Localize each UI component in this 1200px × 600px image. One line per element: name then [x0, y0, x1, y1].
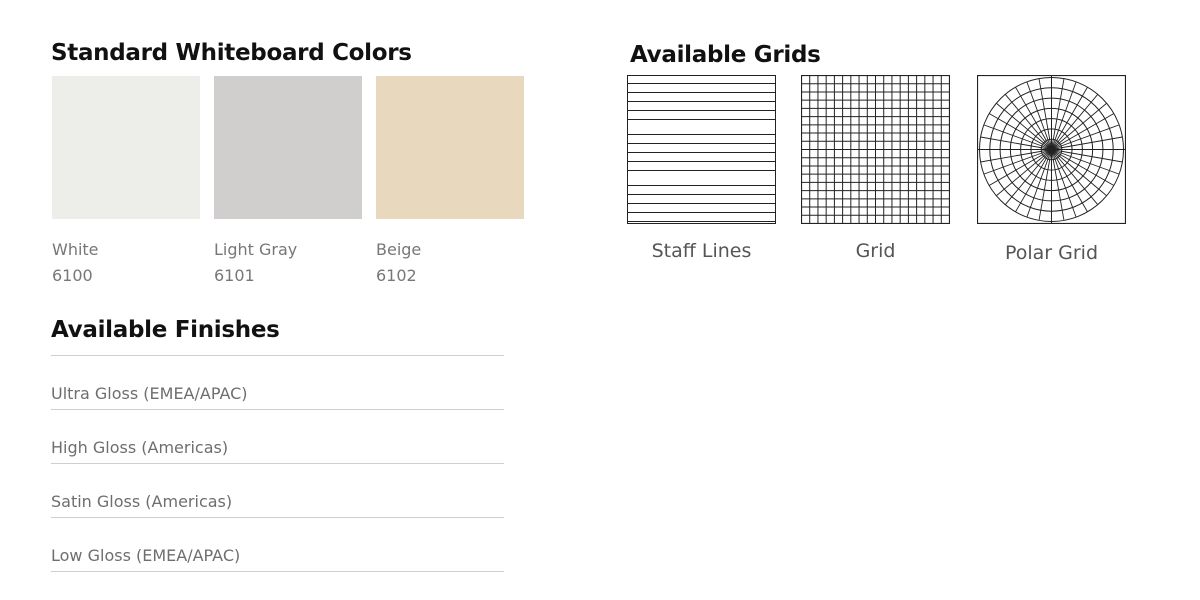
swatch-white[interactable] [52, 76, 200, 219]
polar-grid-pattern-icon [977, 75, 1126, 224]
finish-item-satin-gloss[interactable]: Satin Gloss (Americas) [51, 464, 504, 518]
swatch-name-beige: Beige [376, 240, 422, 259]
swatch-code-light-gray: 6101 [214, 266, 255, 285]
swatch-code-white: 6100 [52, 266, 93, 285]
swatch-name-light-gray: Light Gray [214, 240, 298, 259]
colors-section-title: Standard Whiteboard Colors [51, 40, 412, 66]
grid-option[interactable] [801, 75, 950, 224]
grids-section-title: Available Grids [630, 42, 821, 68]
finishes-section-title: Available Finishes [51, 317, 280, 343]
swatch-light-gray[interactable] [214, 76, 362, 219]
finish-item-low-gloss[interactable]: Low Gloss (EMEA/APAC) [51, 518, 504, 572]
finish-item-ultra-gloss[interactable]: Ultra Gloss (EMEA/APAC) [51, 356, 504, 410]
staff-lines-option[interactable] [627, 75, 776, 224]
polar-grid-label: Polar Grid [1004, 242, 1099, 264]
swatch-beige[interactable] [376, 76, 524, 219]
polar-grid-option[interactable] [977, 75, 1126, 224]
staff-lines-pattern-icon [627, 75, 776, 224]
swatch-code-beige: 6102 [376, 266, 417, 285]
grid-label: Grid [855, 240, 896, 262]
swatch-name-white: White [52, 240, 99, 259]
finishes-list: Ultra Gloss (EMEA/APAC) High Gloss (Amer… [51, 355, 504, 572]
staff-lines-label: Staff Lines [651, 240, 752, 262]
finish-item-high-gloss[interactable]: High Gloss (Americas) [51, 410, 504, 464]
square-grid-pattern-icon [801, 75, 950, 224]
